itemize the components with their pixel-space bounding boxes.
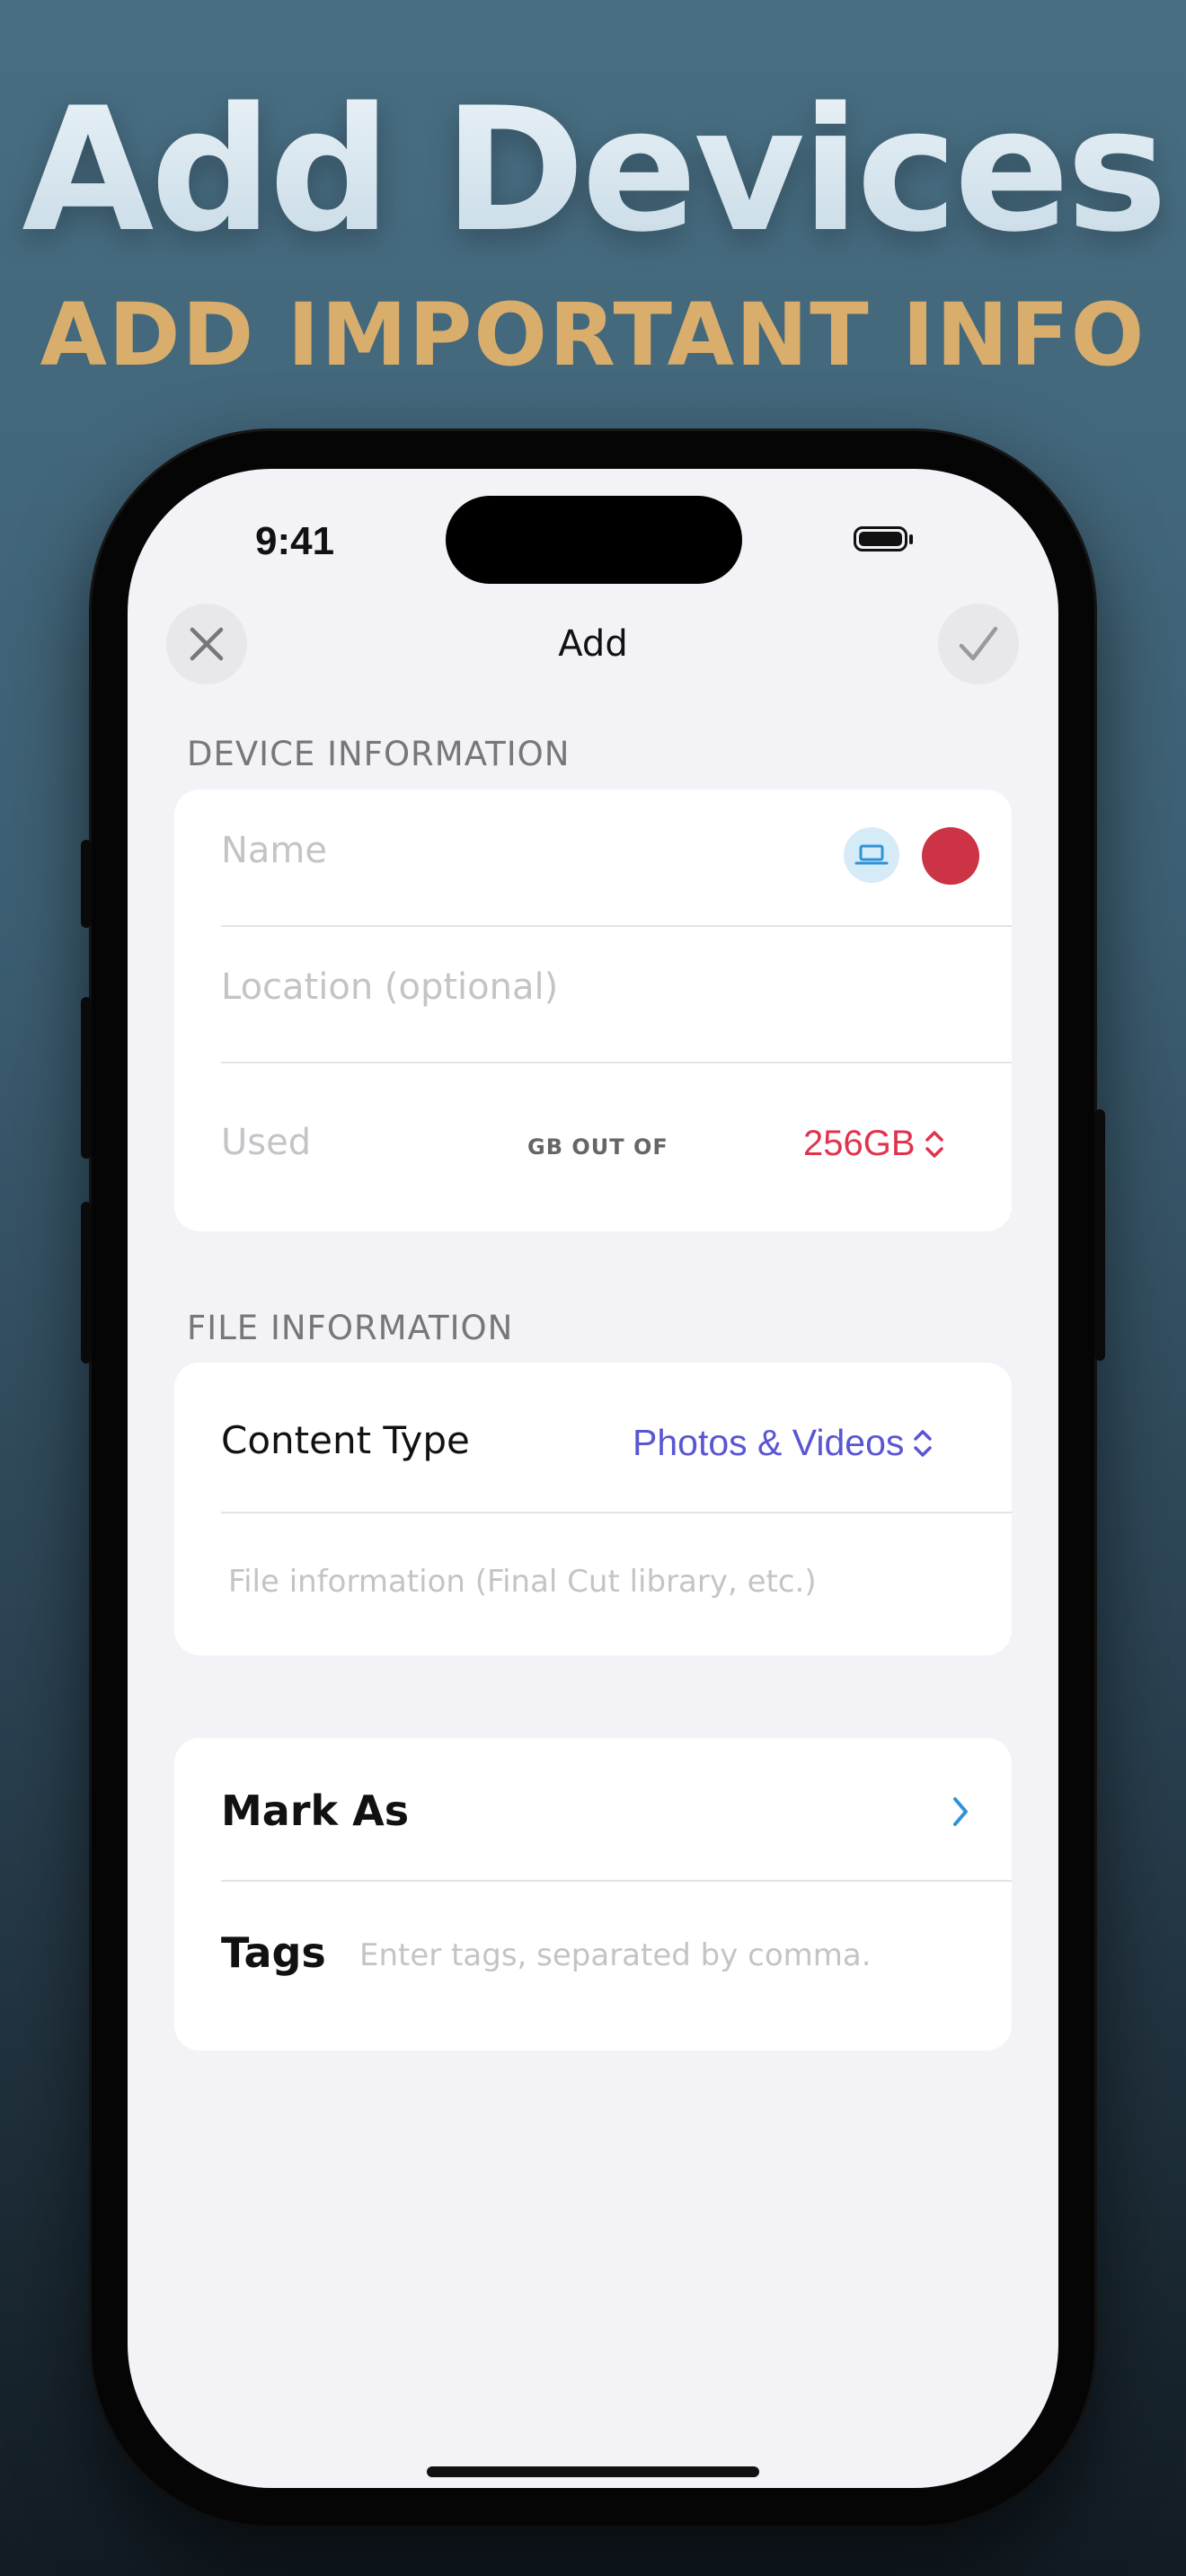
status-time: 9:41 bbox=[255, 519, 335, 563]
nav-title: Add bbox=[558, 623, 628, 665]
file-information-card: Content Type Photos & Videos File inform… bbox=[174, 1363, 1012, 1655]
device-information-header: DEVICE INFORMATION bbox=[187, 735, 571, 773]
divider bbox=[221, 1880, 1012, 1882]
device-information-card: Name Location (optional) Used GB OUT OF … bbox=[174, 790, 1012, 1231]
volume-down-button bbox=[81, 1202, 92, 1363]
hero-subtitle: ADD IMPORTANT INFO bbox=[40, 285, 1146, 385]
divider bbox=[221, 925, 1012, 927]
tags-input[interactable]: Enter tags, separated by comma. bbox=[359, 1937, 872, 1973]
location-input[interactable]: Location (optional) bbox=[221, 966, 558, 1008]
checkmark-icon bbox=[959, 626, 998, 661]
mark-tags-card: Mark As Tags Enter tags, separated by co… bbox=[174, 1738, 1012, 2051]
used-input[interactable]: Used bbox=[221, 1122, 311, 1163]
mark-as-label: Mark As bbox=[221, 1786, 410, 1835]
divider bbox=[221, 1062, 1012, 1063]
chevron-updown-icon bbox=[914, 1429, 933, 1457]
app-screen: 9:41 Add DEVICE INFORMATION Name Locatio… bbox=[128, 469, 1058, 2488]
chevron-right-icon bbox=[953, 1797, 968, 1826]
out-of-label: GB OUT OF bbox=[527, 1134, 668, 1160]
volume-up-button bbox=[81, 997, 92, 1159]
battery-cap bbox=[909, 534, 913, 544]
laptop-icon bbox=[854, 844, 889, 865]
content-type-value: Photos & Videos bbox=[633, 1422, 905, 1463]
content-type-label: Content Type bbox=[221, 1418, 470, 1462]
file-information-header: FILE INFORMATION bbox=[187, 1309, 514, 1347]
capacity-picker[interactable]: 256GB bbox=[803, 1124, 946, 1164]
tags-label: Tags bbox=[221, 1928, 326, 1977]
name-input[interactable]: Name bbox=[221, 830, 327, 871]
confirm-button[interactable] bbox=[938, 604, 1019, 684]
file-information-input[interactable]: File information (Final Cut library, etc… bbox=[228, 1564, 817, 1600]
device-type-button[interactable] bbox=[844, 827, 899, 883]
action-button bbox=[81, 840, 92, 928]
chevron-updown-icon bbox=[925, 1130, 943, 1158]
capacity-value: 256GB bbox=[803, 1124, 916, 1163]
dynamic-island bbox=[446, 496, 742, 584]
content-type-picker[interactable]: Photos & Videos bbox=[633, 1422, 934, 1464]
divider bbox=[221, 1512, 1012, 1513]
home-indicator[interactable] bbox=[427, 2466, 759, 2477]
mark-as-row[interactable]: Mark As bbox=[174, 1738, 1012, 1882]
battery-icon bbox=[854, 526, 907, 551]
power-button bbox=[1094, 1109, 1105, 1361]
color-picker-button[interactable] bbox=[922, 827, 979, 885]
hero-title: Add Devices bbox=[0, 85, 1186, 256]
